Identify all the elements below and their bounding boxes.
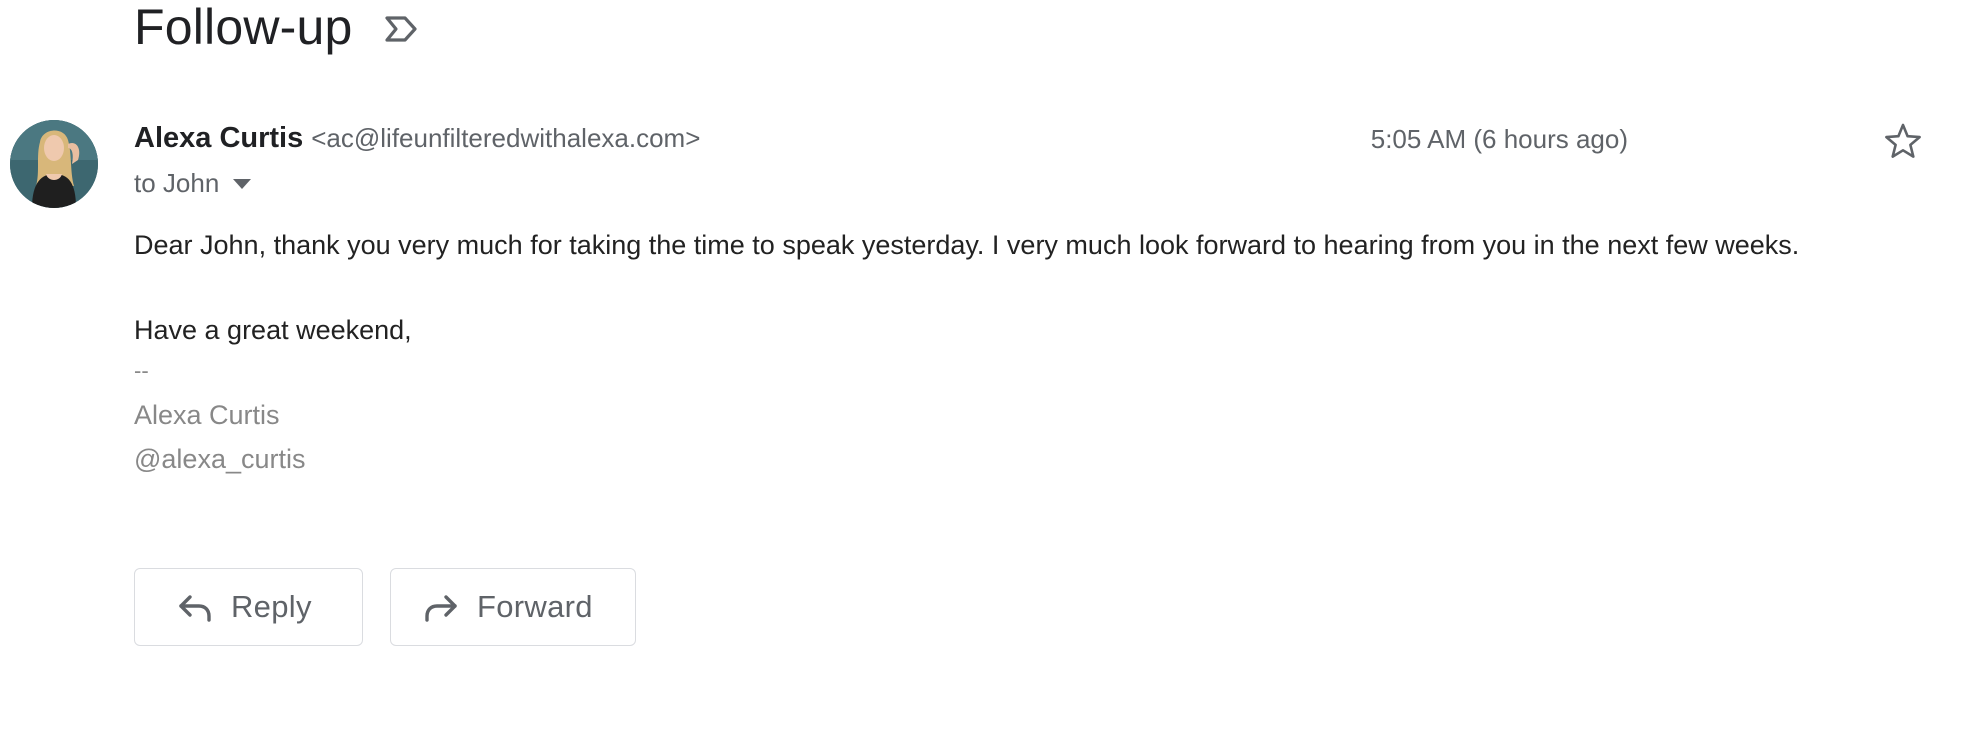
recipient-details-toggle[interactable]: to John [134, 168, 252, 199]
avatar-photo [10, 120, 98, 208]
caret-down-icon[interactable] [233, 178, 252, 189]
email-body-line: Dear John, thank you very much for takin… [134, 230, 1800, 260]
email-subject: Follow-up [134, 0, 353, 55]
reply-button-label: Reply [231, 589, 312, 624]
sender-name[interactable]: Alexa Curtis [134, 122, 303, 155]
star-outline-icon[interactable] [1884, 122, 1922, 160]
signature-name: Alexa Curtis [134, 400, 280, 430]
reply-button[interactable]: Reply [134, 568, 363, 646]
forward-icon [425, 595, 457, 622]
forward-button-label: Forward [477, 589, 593, 624]
sender-line: Alexa Curtis <ac@lifeunfilteredwithalexa… [134, 122, 700, 155]
signature-separator: -- [134, 358, 149, 383]
email-timestamp: 5:05 AM (6 hours ago) [1370, 124, 1628, 154]
email-body-line: Have a great weekend, [134, 315, 412, 345]
reply-icon [179, 595, 211, 622]
recipient-text: to John [134, 168, 220, 198]
label-outline-icon[interactable] [383, 14, 419, 44]
sender-avatar[interactable] [10, 120, 98, 208]
subject-row: Follow-up [134, 0, 419, 60]
sender-email: <ac@lifeunfilteredwithalexa.com> [311, 123, 701, 153]
forward-button[interactable]: Forward [390, 568, 636, 646]
signature-handle: @alexa_curtis [134, 444, 306, 474]
